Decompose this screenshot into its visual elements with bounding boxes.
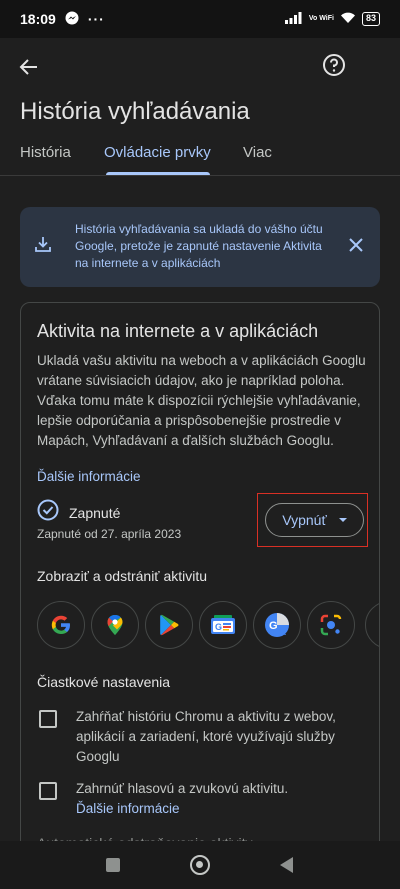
card-title: Aktivita na internete a v aplikáciách (37, 321, 319, 341)
news-icon: G (211, 615, 235, 634)
close-icon[interactable] (348, 237, 364, 258)
svg-text:G: G (269, 620, 278, 632)
view-activity-title: Zobraziť a odstrániť aktivitu (37, 568, 208, 584)
top-app-bar (0, 38, 400, 98)
turn-off-label: Vypnúť (282, 512, 327, 528)
activity-card: Aktivita na internete a v aplikáciách Uk… (20, 302, 380, 862)
battery-icon: 83 (361, 12, 380, 26)
download-icon (34, 235, 52, 258)
vowifi-label: Vo WiFi (308, 15, 334, 22)
status-label: Zapnuté (69, 504, 121, 521)
translate-icon: G 文 (265, 613, 289, 637)
signal-icon (284, 11, 303, 27)
help-button[interactable] (322, 53, 346, 77)
voice-activity-checkbox[interactable] (39, 782, 57, 800)
more-apps-button[interactable] (365, 601, 379, 649)
app-icon-row: G G 文 (37, 601, 379, 651)
active-tab-indicator (106, 172, 210, 175)
news-app-button[interactable]: G (199, 601, 247, 649)
check-circle-icon (37, 499, 59, 526)
recents-button[interactable] (106, 858, 120, 872)
page-title: História vyhľadávania (20, 98, 250, 125)
system-nav-bar (0, 841, 400, 889)
play-store-icon (160, 614, 179, 636)
wifi-icon (340, 11, 356, 27)
tab-controls[interactable]: Ovládacie prvky (104, 144, 211, 161)
tab-bar: História Ovládacie prvky Viac (0, 138, 400, 176)
status-row: Zapnuté (37, 499, 120, 526)
info-banner: História vyhľadávania sa ukladá do vášho… (20, 207, 380, 287)
chrome-history-checkbox[interactable] (39, 710, 57, 728)
play-store-app-button[interactable] (145, 601, 193, 649)
status-bar: 18:09 ··· Vo WiFi 83 (0, 0, 400, 38)
tab-more[interactable]: Viac (243, 144, 272, 161)
maps-icon (107, 615, 123, 635)
google-app-button[interactable] (37, 601, 85, 649)
svg-text:G: G (215, 622, 222, 632)
banner-text: História vyhľadávania sa ukladá do vášho… (75, 222, 323, 270)
status-time: 18:09 (20, 11, 56, 27)
chrome-history-label: Zahŕňať históriu Chromu a aktivitu z web… (76, 709, 336, 764)
system-back-button[interactable] (280, 857, 293, 873)
status-date: Zapnuté od 27. apríla 2023 (37, 527, 182, 541)
messenger-icon (65, 11, 79, 28)
svg-text:文: 文 (278, 626, 287, 636)
home-button[interactable] (190, 855, 210, 875)
lens-icon (320, 614, 342, 636)
arrow-back-icon (19, 59, 37, 75)
dropdown-caret-icon (338, 518, 347, 522)
voice-more-info-link[interactable]: Ďalšie informácie (76, 799, 366, 819)
back-button[interactable] (14, 52, 44, 82)
maps-app-button[interactable] (91, 601, 139, 649)
tab-history[interactable]: História (20, 144, 71, 161)
turn-off-button[interactable]: Vypnúť (265, 503, 364, 537)
card-description: Ukladá vašu aktivitu na weboch a v aplik… (37, 353, 366, 448)
help-icon (323, 54, 345, 76)
more-notifications-icon: ··· (87, 11, 105, 27)
voice-activity-label: Zahrnúť hlasovú a zvukovú aktivitu. (76, 781, 289, 796)
more-info-link[interactable]: Ďalšie informácie (37, 469, 141, 484)
google-icon (51, 615, 70, 634)
lens-app-button[interactable] (307, 601, 355, 649)
voice-activity-block: Zahrnúť hlasovú a zvukovú aktivitu. Ďalš… (76, 779, 366, 819)
translate-app-button[interactable]: G 文 (253, 601, 301, 649)
subsettings-title: Čiastkové nastavenia (37, 674, 171, 690)
subsetting-chrome: Zahŕňať históriu Chromu a aktivitu z web… (39, 707, 366, 767)
subsetting-voice: Zahrnúť hlasovú a zvukovú aktivitu. Ďalš… (39, 779, 366, 819)
